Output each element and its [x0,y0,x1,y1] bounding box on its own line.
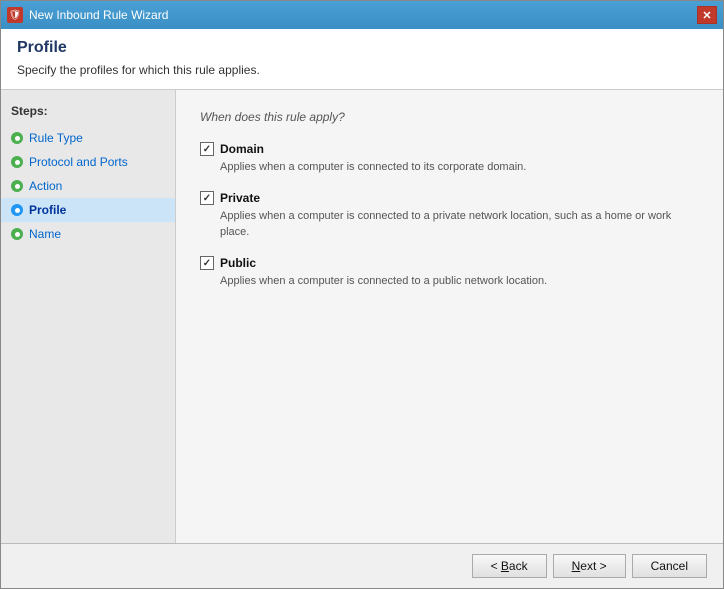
sidebar-item-profile[interactable]: Profile [1,198,175,222]
step-dot-rule-type [11,132,23,144]
sidebar-label-name: Name [29,227,61,241]
public-name: Public [220,256,256,270]
content-question: When does this rule apply? [200,110,699,124]
footer: < Back Next > Cancel [1,543,723,588]
public-checkbox[interactable] [200,256,214,270]
app-icon: 🛡 [7,7,23,23]
steps-label: Steps: [1,100,175,126]
step-dot-name [11,228,23,240]
profile-option-domain: Domain Applies when a computer is connec… [200,142,699,175]
close-button[interactable]: ✕ [697,6,717,24]
public-description: Applies when a computer is connected to … [220,274,699,289]
sidebar: Steps: Rule Type Protocol and Ports Acti… [1,90,176,543]
profile-option-private: Private Applies when a computer is conne… [200,191,699,240]
main-content: Steps: Rule Type Protocol and Ports Acti… [1,90,723,543]
header-section: Profile Specify the profiles for which t… [1,29,723,90]
sidebar-item-action[interactable]: Action [1,174,175,198]
step-dot-profile [11,204,23,216]
back-button[interactable]: < Back [472,554,547,578]
page-subtitle: Specify the profiles for which this rule… [17,63,707,77]
window-title: New Inbound Rule Wizard [29,8,168,22]
sidebar-item-rule-type[interactable]: Rule Type [1,126,175,150]
profile-option-public: Public Applies when a computer is connec… [200,256,699,289]
sidebar-item-protocol-ports[interactable]: Protocol and Ports [1,150,175,174]
sidebar-label-rule-type: Rule Type [29,131,83,145]
sidebar-item-name[interactable]: Name [1,222,175,246]
main-window: 🛡 New Inbound Rule Wizard ✕ Profile Spec… [0,0,724,589]
next-button[interactable]: Next > [553,554,626,578]
domain-description: Applies when a computer is connected to … [220,160,699,175]
cancel-button[interactable]: Cancel [632,554,707,578]
sidebar-label-profile: Profile [29,203,66,217]
step-dot-action [11,180,23,192]
title-bar: 🛡 New Inbound Rule Wizard ✕ [1,1,723,29]
sidebar-label-protocol-ports: Protocol and Ports [29,155,128,169]
domain-name: Domain [220,142,264,156]
domain-checkbox[interactable] [200,142,214,156]
private-checkbox[interactable] [200,191,214,205]
private-description: Applies when a computer is connected to … [220,209,699,240]
step-dot-protocol-ports [11,156,23,168]
page-title: Profile [17,39,707,57]
content-area: When does this rule apply? Domain Applie… [176,90,723,543]
sidebar-label-action: Action [29,179,62,193]
private-name: Private [220,191,260,205]
